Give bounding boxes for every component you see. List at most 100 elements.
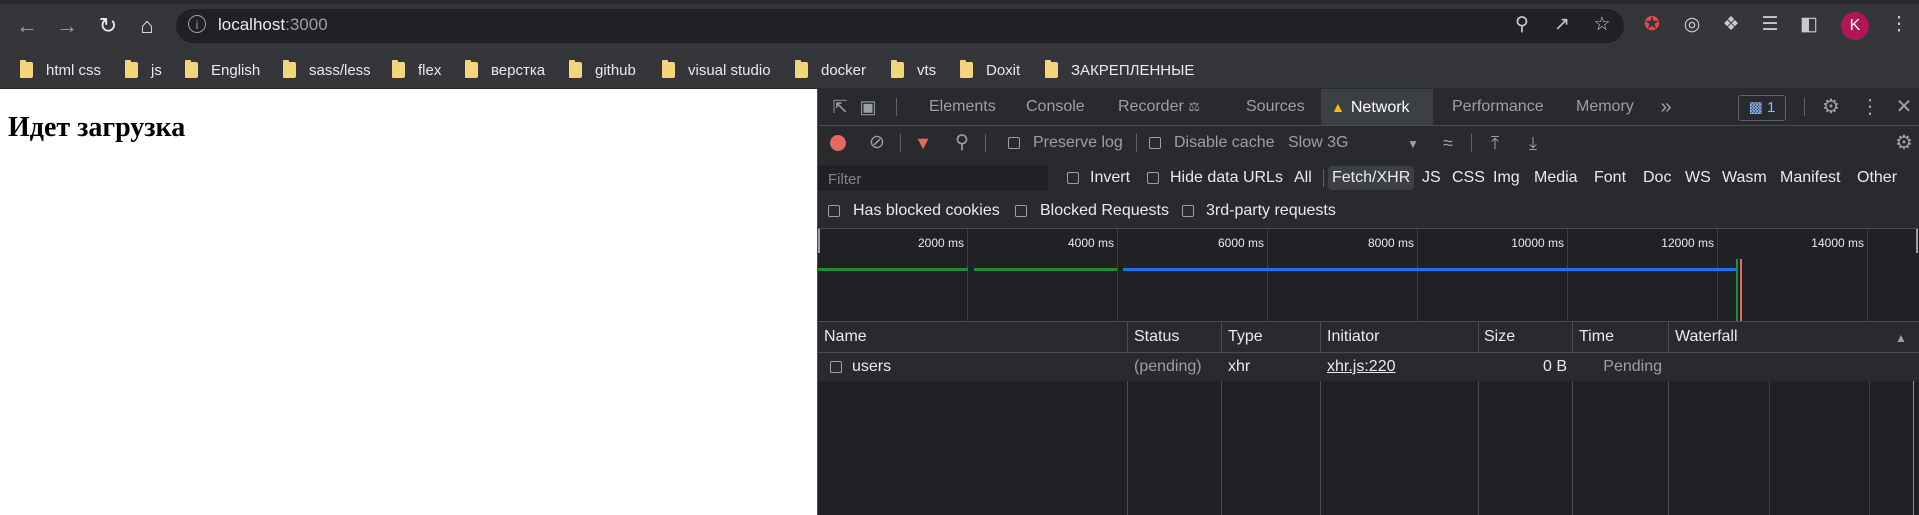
export-har-icon[interactable]: ⤓ [1524, 133, 1542, 153]
tab-recorder[interactable]: Recorder ⚖ [1116, 89, 1202, 125]
preserve-log-checkbox[interactable] [1008, 137, 1020, 149]
filter-box[interactable] [818, 165, 1048, 191]
extensions-puzzle-icon[interactable]: ❖ [1719, 13, 1743, 37]
separator [985, 134, 986, 152]
column-status[interactable]: Status [1134, 322, 1179, 352]
column-initiator[interactable]: Initiator [1327, 322, 1379, 352]
column-name[interactable]: Name [824, 322, 867, 352]
reload-icon[interactable]: ↻ [96, 14, 120, 38]
bookmark-folder[interactable]: верстка [465, 60, 545, 80]
clear-icon[interactable]: ⊘ [867, 133, 887, 153]
separator [1323, 169, 1324, 187]
disable-cache-checkbox[interactable] [1149, 137, 1161, 149]
site-info-icon[interactable]: i [188, 15, 206, 33]
tab-network[interactable]: ▲ Network [1321, 89, 1433, 125]
network-settings-icon[interactable]: ⚙ [1893, 133, 1915, 153]
side-panel-icon[interactable]: ◧ [1797, 13, 1821, 37]
bookmark-folder[interactable]: visual studio [662, 60, 771, 80]
filter-type-js[interactable]: JS [1422, 166, 1441, 190]
bookmark-folder[interactable]: Doxit [960, 60, 1020, 80]
filter-type-img[interactable]: Img [1493, 166, 1520, 190]
column-time[interactable]: Time [1579, 322, 1614, 352]
timeline-marker [1736, 259, 1738, 321]
bookmark-folder[interactable]: ЗАКРЕПЛЕННЫЕ [1045, 60, 1194, 80]
filter-type-media[interactable]: Media [1534, 166, 1578, 190]
close-icon[interactable]: ✕ [1894, 97, 1914, 117]
filter-type-fetch-xhr[interactable]: Fetch/XHR [1328, 166, 1415, 190]
has-blocked-cookies-checkbox[interactable] [828, 205, 840, 217]
cell-type: xhr [1228, 358, 1251, 375]
sort-ascending-icon[interactable]: ▲ [1894, 328, 1908, 348]
bookmark-folder[interactable]: docker [795, 60, 866, 80]
tab-elements[interactable]: Elements [927, 89, 998, 125]
column-size[interactable]: Size [1484, 322, 1515, 352]
grid-line [967, 229, 968, 321]
column-waterfall[interactable]: Waterfall [1675, 322, 1738, 352]
menu-kebab-icon[interactable]: ⋮ [1887, 13, 1911, 37]
filter-type-manifest[interactable]: Manifest [1780, 166, 1840, 190]
more-tabs-icon[interactable]: » [1656, 97, 1676, 117]
column-type[interactable]: Type [1228, 322, 1263, 352]
tab-sources[interactable]: Sources [1244, 89, 1307, 125]
overview-handle-left[interactable] [818, 229, 820, 253]
forward-icon[interactable]: → [55, 14, 79, 38]
table-row[interactable]: users (pending) xhr xhr.js:220 0 B Pendi… [818, 353, 1919, 381]
chevron-down-icon[interactable]: ▼ [1406, 134, 1420, 154]
tab-console[interactable]: Console [1024, 89, 1087, 125]
filter-funnel-icon[interactable]: ▼ [913, 133, 933, 153]
bookmark-folder[interactable]: html css [20, 60, 101, 80]
reading-list-icon[interactable]: ☰ [1758, 13, 1782, 37]
home-icon[interactable]: ⌂ [135, 14, 159, 38]
issues-badge[interactable]: ▩ 1 [1738, 95, 1786, 121]
back-icon[interactable]: ← [15, 14, 39, 38]
blocked-requests-label: Blocked Requests [1040, 202, 1169, 219]
settings-gear-icon[interactable]: ⚙ [1820, 97, 1842, 117]
address-bar[interactable] [176, 9, 1624, 43]
filter-type-ws[interactable]: WS [1685, 166, 1711, 190]
bookmark-star-icon[interactable]: ☆ [1590, 13, 1614, 37]
network-conditions-icon[interactable]: ≈ [1437, 133, 1459, 153]
inspect-element-icon[interactable]: ⇱ [830, 97, 850, 117]
blocked-requests-checkbox[interactable] [1015, 205, 1027, 217]
folder-icon [392, 60, 405, 78]
cell-initiator[interactable]: xhr.js:220 [1327, 353, 1395, 381]
overview-handle-right[interactable] [1916, 229, 1918, 253]
filter-input[interactable] [826, 168, 1040, 190]
bookmark-folder[interactable]: vts [891, 60, 936, 80]
tab-performance[interactable]: Performance [1450, 89, 1546, 125]
column-divider [1668, 322, 1669, 515]
bookmark-folder[interactable]: English [185, 60, 260, 80]
hide-data-urls-checkbox[interactable] [1147, 172, 1159, 184]
filter-type-css[interactable]: CSS [1452, 166, 1485, 190]
bookmark-folder[interactable]: flex [392, 60, 441, 80]
throttling-select[interactable]: Slow 3G [1288, 134, 1348, 152]
import-har-icon[interactable]: ⤒ [1486, 133, 1504, 153]
separator [900, 134, 901, 152]
network-overview[interactable]: 2000 ms 4000 ms 6000 ms 8000 ms 10000 ms… [818, 229, 1919, 322]
third-party-checkbox[interactable] [1182, 205, 1194, 217]
filter-type-other[interactable]: Other [1857, 166, 1897, 190]
device-toolbar-icon[interactable]: ▣ [858, 97, 878, 117]
third-party-label: 3rd-party requests [1206, 202, 1336, 219]
filter-type-doc[interactable]: Doc [1643, 166, 1671, 190]
filter-type-all[interactable]: All [1294, 166, 1312, 190]
profile-avatar[interactable]: K [1841, 12, 1869, 40]
filter-type-font[interactable]: Font [1594, 166, 1626, 190]
bookmark-folder[interactable]: sass/less [283, 60, 371, 80]
invert-checkbox[interactable] [1067, 172, 1079, 184]
bookmark-folder[interactable]: github [569, 60, 636, 80]
search-icon[interactable]: ⚲ [952, 133, 972, 153]
zoom-icon[interactable]: ⚲ [1510, 13, 1534, 37]
share-icon[interactable]: ↗ [1550, 13, 1574, 37]
extension-icon[interactable]: ✪ [1640, 13, 1664, 37]
tab-memory[interactable]: Memory [1574, 89, 1636, 125]
bookmark-folder[interactable]: js [125, 60, 162, 80]
devtools-menu-icon[interactable]: ⋮ [1860, 97, 1880, 117]
folder-icon [1045, 60, 1058, 78]
initiator-link[interactable]: xhr.js:220 [1327, 358, 1395, 375]
cell-status: (pending) [1134, 358, 1202, 375]
record-icon[interactable] [830, 135, 846, 151]
url-text[interactable]: localhost:3000 [218, 15, 328, 35]
filter-type-wasm[interactable]: Wasm [1722, 166, 1767, 190]
extension-target-icon[interactable]: ◎ [1680, 13, 1704, 37]
